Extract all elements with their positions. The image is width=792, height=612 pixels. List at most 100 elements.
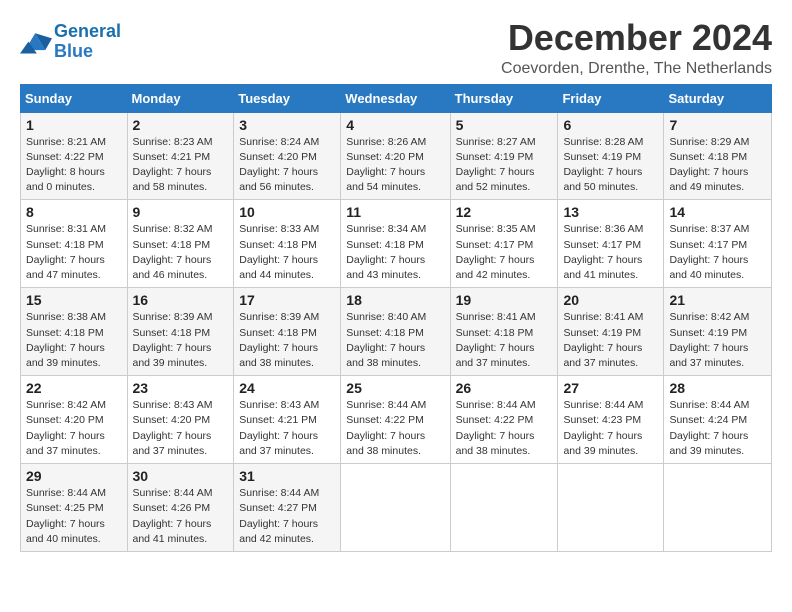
col-thursday: Thursday (450, 84, 558, 112)
calendar-cell: 19 Sunrise: 8:41 AMSunset: 4:18 PMDayligh… (450, 288, 558, 376)
day-detail: Sunrise: 8:36 AMSunset: 4:17 PMDaylight:… (563, 223, 643, 281)
calendar-cell: 14Sunrise: 8:37 AMSunset: 4:17 PMDayligh… (664, 200, 772, 288)
calendar-table: Sunday Monday Tuesday Wednesday Thursday… (20, 84, 772, 552)
calendar-cell (558, 464, 664, 552)
calendar-week-row: 15 Sunrise: 8:38 AMSunset: 4:18 PMDayligh… (21, 288, 772, 376)
day-detail: Sunrise: 8:33 AMSunset: 4:18 PMDaylight:… (239, 223, 319, 281)
calendar-cell: 20 Sunrise: 8:41 AMSunset: 4:19 PMDayligh… (558, 288, 664, 376)
calendar-page: General Blue December 2024 Coevorden, Dr… (0, 0, 792, 612)
day-number: 2 (133, 117, 229, 133)
calendar-week-row: 1 Sunrise: 8:21 AMSunset: 4:22 PMDaylight… (21, 112, 772, 200)
day-number: 17 (239, 292, 335, 308)
calendar-cell: 1 Sunrise: 8:21 AMSunset: 4:22 PMDaylight… (21, 112, 128, 200)
day-number: 24 (239, 380, 335, 396)
day-detail: Sunrise: 8:31 AMSunset: 4:18 PMDaylight:… (26, 223, 106, 281)
day-detail: Sunrise: 8:21 AMSunset: 4:22 PMDaylight:… (26, 136, 106, 194)
day-number: 26 (456, 380, 553, 396)
location-title: Coevorden, Drenthe, The Netherlands (501, 60, 772, 78)
day-number: 31 (239, 468, 335, 484)
day-number: 27 (563, 380, 658, 396)
calendar-cell: 27Sunrise: 8:44 AMSunset: 4:23 PMDayligh… (558, 376, 664, 464)
calendar-cell: 22Sunrise: 8:42 AMSunset: 4:20 PMDayligh… (21, 376, 128, 464)
day-number: 20 (563, 292, 658, 308)
day-number: 25 (346, 380, 444, 396)
day-number: 3 (239, 117, 335, 133)
calendar-cell: 13 Sunrise: 8:36 AMSunset: 4:17 PMDayligh… (558, 200, 664, 288)
month-title: December 2024 (501, 18, 772, 58)
calendar-cell: 4 Sunrise: 8:26 AMSunset: 4:20 PMDaylight… (341, 112, 450, 200)
day-detail: Sunrise: 8:44 AMSunset: 4:22 PMDaylight:… (346, 399, 426, 457)
day-number: 23 (133, 380, 229, 396)
day-detail: Sunrise: 8:24 AMSunset: 4:20 PMDaylight:… (239, 136, 319, 194)
day-number: 1 (26, 117, 122, 133)
day-detail: Sunrise: 8:32 AMSunset: 4:18 PMDaylight:… (133, 223, 213, 281)
calendar-cell: 5 Sunrise: 8:27 AMSunset: 4:19 PMDaylight… (450, 112, 558, 200)
calendar-cell: 16 Sunrise: 8:39 AMSunset: 4:18 PMDayligh… (127, 288, 234, 376)
calendar-cell: 10Sunrise: 8:33 AMSunset: 4:18 PMDayligh… (234, 200, 341, 288)
day-detail: Sunrise: 8:42 AMSunset: 4:20 PMDaylight:… (26, 399, 106, 457)
calendar-cell: 21Sunrise: 8:42 AMSunset: 4:19 PMDayligh… (664, 288, 772, 376)
day-detail: Sunrise: 8:43 AMSunset: 4:21 PMDaylight:… (239, 399, 319, 457)
day-detail: Sunrise: 8:44 AMSunset: 4:27 PMDaylight:… (239, 487, 319, 545)
day-number: 21 (669, 292, 766, 308)
day-detail: Sunrise: 8:28 AMSunset: 4:19 PMDaylight:… (563, 136, 643, 194)
day-detail: Sunrise: 8:29 AMSunset: 4:18 PMDaylight:… (669, 136, 749, 194)
calendar-cell: 9 Sunrise: 8:32 AMSunset: 4:18 PMDaylight… (127, 200, 234, 288)
day-detail: Sunrise: 8:39 AMSunset: 4:18 PMDaylight:… (133, 311, 213, 369)
day-number: 7 (669, 117, 766, 133)
calendar-week-row: 22Sunrise: 8:42 AMSunset: 4:20 PMDayligh… (21, 376, 772, 464)
title-block: December 2024 Coevorden, Drenthe, The Ne… (501, 18, 772, 78)
calendar-cell: 15 Sunrise: 8:38 AMSunset: 4:18 PMDayligh… (21, 288, 128, 376)
logo-icon (20, 26, 52, 54)
calendar-cell: 25 Sunrise: 8:44 AMSunset: 4:22 PMDayligh… (341, 376, 450, 464)
col-saturday: Saturday (664, 84, 772, 112)
day-detail: Sunrise: 8:38 AMSunset: 4:18 PMDaylight:… (26, 311, 106, 369)
day-detail: Sunrise: 8:26 AMSunset: 4:20 PMDaylight:… (346, 136, 426, 194)
day-number: 19 (456, 292, 553, 308)
calendar-cell: 11 Sunrise: 8:34 AMSunset: 4:18 PMDayligh… (341, 200, 450, 288)
day-number: 12 (456, 204, 553, 220)
day-detail: Sunrise: 8:41 AMSunset: 4:19 PMDaylight:… (563, 311, 643, 369)
day-detail: Sunrise: 8:27 AMSunset: 4:19 PMDaylight:… (456, 136, 536, 194)
day-detail: Sunrise: 8:41 AMSunset: 4:18 PMDaylight:… (456, 311, 536, 369)
day-number: 13 (563, 204, 658, 220)
day-number: 5 (456, 117, 553, 133)
day-number: 11 (346, 204, 444, 220)
day-detail: Sunrise: 8:44 AMSunset: 4:24 PMDaylight:… (669, 399, 749, 457)
calendar-cell: 31 Sunrise: 8:44 AMSunset: 4:27 PMDayligh… (234, 464, 341, 552)
calendar-week-row: 8Sunrise: 8:31 AMSunset: 4:18 PMDaylight… (21, 200, 772, 288)
day-number: 15 (26, 292, 122, 308)
col-monday: Monday (127, 84, 234, 112)
day-detail: Sunrise: 8:39 AMSunset: 4:18 PMDaylight:… (239, 311, 319, 369)
col-wednesday: Wednesday (341, 84, 450, 112)
calendar-cell: 30Sunrise: 8:44 AMSunset: 4:26 PMDayligh… (127, 464, 234, 552)
day-detail: Sunrise: 8:35 AMSunset: 4:17 PMDaylight:… (456, 223, 536, 281)
day-detail: Sunrise: 8:23 AMSunset: 4:21 PMDaylight:… (133, 136, 213, 194)
day-number: 9 (133, 204, 229, 220)
calendar-cell: 18Sunrise: 8:40 AMSunset: 4:18 PMDayligh… (341, 288, 450, 376)
logo: General Blue (20, 22, 121, 62)
calendar-cell: 24 Sunrise: 8:43 AMSunset: 4:21 PMDayligh… (234, 376, 341, 464)
day-detail: Sunrise: 8:44 AMSunset: 4:22 PMDaylight:… (456, 399, 536, 457)
calendar-cell: 26 Sunrise: 8:44 AMSunset: 4:22 PMDayligh… (450, 376, 558, 464)
day-detail: Sunrise: 8:34 AMSunset: 4:18 PMDaylight:… (346, 223, 426, 281)
calendar-cell: 12 Sunrise: 8:35 AMSunset: 4:17 PMDayligh… (450, 200, 558, 288)
calendar-cell: 6Sunrise: 8:28 AMSunset: 4:19 PMDaylight… (558, 112, 664, 200)
col-sunday: Sunday (21, 84, 128, 112)
col-friday: Friday (558, 84, 664, 112)
day-number: 30 (133, 468, 229, 484)
calendar-cell: 3 Sunrise: 8:24 AMSunset: 4:20 PMDaylight… (234, 112, 341, 200)
calendar-cell: 8Sunrise: 8:31 AMSunset: 4:18 PMDaylight… (21, 200, 128, 288)
day-number: 28 (669, 380, 766, 396)
calendar-cell (450, 464, 558, 552)
header-row: Sunday Monday Tuesday Wednesday Thursday… (21, 84, 772, 112)
calendar-cell: 17 Sunrise: 8:39 AMSunset: 4:18 PMDayligh… (234, 288, 341, 376)
day-detail: Sunrise: 8:43 AMSunset: 4:20 PMDaylight:… (133, 399, 213, 457)
day-number: 16 (133, 292, 229, 308)
calendar-cell: 7 Sunrise: 8:29 AMSunset: 4:18 PMDaylight… (664, 112, 772, 200)
calendar-cell (341, 464, 450, 552)
logo-text: General Blue (54, 22, 121, 62)
day-detail: Sunrise: 8:37 AMSunset: 4:17 PMDaylight:… (669, 223, 749, 281)
header: General Blue December 2024 Coevorden, Dr… (20, 18, 772, 78)
day-number: 4 (346, 117, 444, 133)
